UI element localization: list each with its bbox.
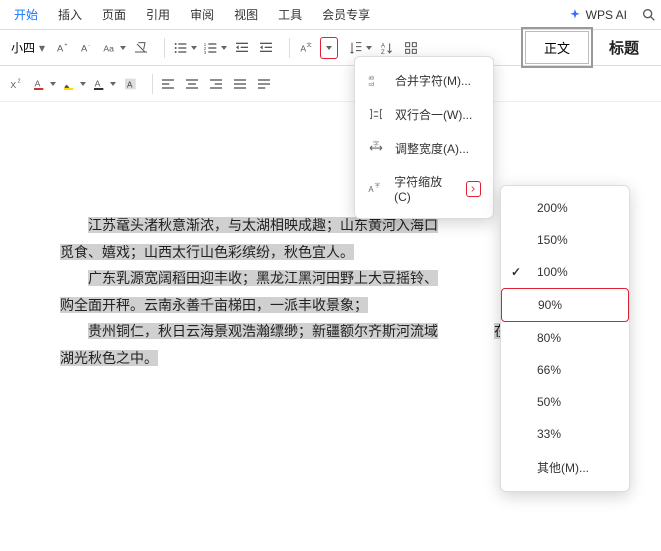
increase-font-button[interactable]: A+	[52, 37, 74, 59]
menu-merge-chars[interactable]: abcd 合并字符(M)...	[355, 63, 493, 97]
menu-fitwidth-label: 调整宽度(A)...	[395, 140, 469, 157]
char-scale-icon: A字	[367, 180, 384, 198]
scale-90[interactable]: 90%	[501, 288, 629, 322]
svg-text:A: A	[127, 80, 133, 89]
merge-chars-icon: abcd	[367, 71, 385, 89]
scale-50[interactable]: 50%	[501, 386, 629, 418]
increase-indent-button[interactable]	[255, 37, 277, 59]
menubar: 开始 插入 页面 引用 审阅 视图 工具 会员专享 WPS AI	[0, 0, 661, 30]
menu-fit-width[interactable]: 字 调整宽度(A)...	[355, 131, 493, 165]
menu-page[interactable]: 页面	[92, 2, 136, 27]
svg-text:cd: cd	[369, 82, 375, 88]
clear-format-button[interactable]	[130, 37, 152, 59]
menu-two-line[interactable]: 双行合一(W)...	[355, 97, 493, 131]
char-shading-button[interactable]: A	[120, 73, 142, 95]
font-color3-button[interactable]: A	[90, 73, 118, 95]
svg-text:A: A	[368, 185, 374, 194]
menu-review[interactable]: 审阅	[180, 2, 224, 27]
menu-tools[interactable]: 工具	[268, 2, 312, 27]
char-scale-submenu: 200% 150% ✓100% 90% 80% 66% 50% 33% 其他(M…	[500, 185, 630, 492]
menu-view[interactable]: 视图	[224, 2, 268, 27]
align-justify-button[interactable]	[229, 73, 251, 95]
two-line-icon	[367, 105, 385, 123]
align-center-button[interactable]	[181, 73, 203, 95]
menu-charscale-label: 字符缩放(C)	[394, 173, 456, 204]
svg-text:X: X	[10, 80, 16, 90]
ribbon-row2: X2 A A A	[0, 66, 661, 102]
align-left-button[interactable]	[157, 73, 179, 95]
svg-text:Z: Z	[381, 50, 385, 56]
menu-merge-label: 合并字符(M)...	[395, 72, 471, 89]
svg-text:字: 字	[373, 140, 379, 148]
scale-33[interactable]: 33%	[501, 418, 629, 450]
ai-icon	[568, 8, 582, 22]
chevron-right-icon	[466, 181, 481, 197]
menu-start[interactable]: 开始	[4, 2, 48, 27]
scale-100[interactable]: ✓100%	[501, 256, 629, 288]
scale-150[interactable]: 150%	[501, 224, 629, 256]
decrease-indent-button[interactable]	[231, 37, 253, 59]
wps-ai-label: WPS AI	[586, 8, 627, 22]
menu-insert[interactable]: 插入	[48, 2, 92, 27]
asian-layout-button[interactable]: A文	[296, 37, 318, 59]
search-icon[interactable]	[641, 7, 657, 23]
scale-66[interactable]: 66%	[501, 354, 629, 386]
align-distribute-button[interactable]	[253, 73, 275, 95]
decrease-font-button[interactable]: A-	[76, 37, 98, 59]
ribbon-row1: 小四▾ A+ A- Aa 123 A文 AZ 正文 标题	[0, 30, 661, 66]
menu-member[interactable]: 会员专享	[312, 2, 380, 27]
svg-text:+: +	[64, 42, 67, 48]
scale-200[interactable]: 200%	[501, 192, 629, 224]
svg-text:A: A	[381, 43, 385, 49]
svg-text:A: A	[35, 78, 41, 88]
font-size-select[interactable]: 小四▾	[6, 36, 50, 59]
asian-layout-menu: abcd 合并字符(M)... 双行合一(W)... 字 调整宽度(A)... …	[354, 56, 494, 219]
superscript-button[interactable]: X2	[6, 73, 28, 95]
svg-text:ab: ab	[369, 75, 375, 81]
scale-80[interactable]: 80%	[501, 322, 629, 354]
menu-twoline-label: 双行合一(W)...	[395, 106, 472, 123]
font-color2-button[interactable]: A	[30, 73, 58, 95]
svg-text:-: -	[88, 42, 90, 48]
scale-other[interactable]: 其他(M)...	[501, 450, 629, 485]
svg-text:Aa: Aa	[103, 43, 114, 53]
change-case-button[interactable]: Aa	[100, 37, 128, 59]
wps-ai-button[interactable]: WPS AI	[560, 8, 635, 22]
fit-width-icon: 字	[367, 139, 385, 157]
numbering-button[interactable]: 123	[201, 37, 229, 59]
style-normal[interactable]: 正文	[525, 31, 589, 64]
check-icon: ✓	[511, 265, 521, 279]
svg-text:3: 3	[204, 50, 207, 55]
svg-text:A: A	[81, 43, 88, 53]
style-heading[interactable]: 标题	[601, 31, 647, 64]
menu-char-scale[interactable]: A字 字符缩放(C)	[355, 165, 493, 212]
asian-layout-dropdown[interactable]	[320, 37, 338, 59]
highlight-button[interactable]	[60, 73, 88, 95]
svg-text:2: 2	[18, 78, 21, 84]
menu-reference[interactable]: 引用	[136, 2, 180, 27]
svg-text:文: 文	[306, 40, 312, 48]
svg-text:字: 字	[375, 182, 380, 189]
svg-text:A: A	[300, 43, 306, 53]
svg-text:A: A	[57, 43, 64, 53]
align-right-button[interactable]	[205, 73, 227, 95]
bullets-button[interactable]	[171, 37, 199, 59]
svg-text:A: A	[95, 78, 101, 88]
